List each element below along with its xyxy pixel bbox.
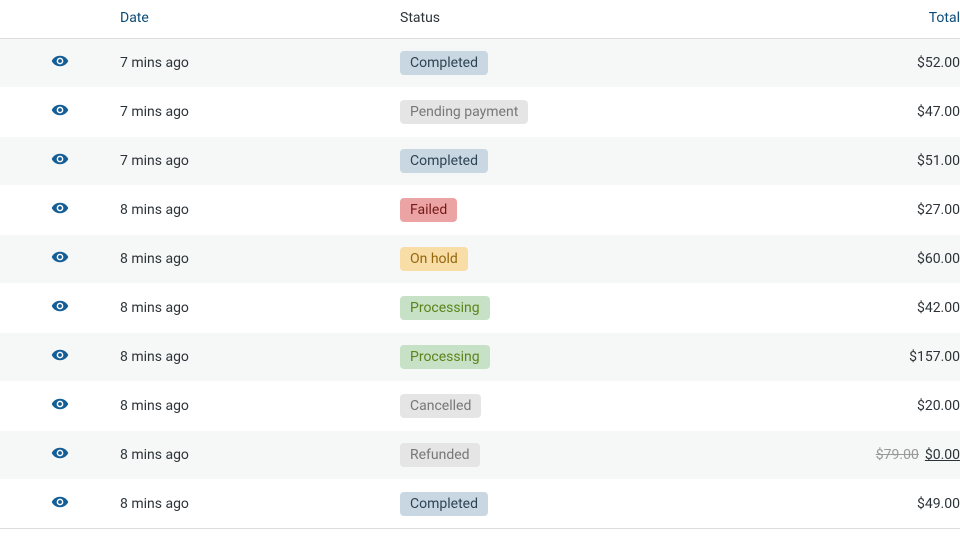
order-total: $51.00 bbox=[800, 137, 960, 186]
order-total-value: $27.00 bbox=[917, 202, 960, 218]
status-badge: Completed bbox=[400, 492, 488, 516]
order-total: $42.00 bbox=[800, 284, 960, 333]
column-header-total[interactable]: Total bbox=[800, 0, 960, 39]
column-header-date[interactable]: Date bbox=[120, 0, 400, 39]
table-row[interactable]: 8 mins agoProcessing $42.00 bbox=[0, 284, 960, 333]
eye-icon[interactable] bbox=[51, 101, 69, 119]
order-date: 8 mins ago bbox=[120, 333, 400, 382]
status-cell: On hold bbox=[400, 235, 800, 284]
preview-cell bbox=[0, 88, 120, 137]
order-total: $20.00 bbox=[800, 382, 960, 431]
order-total-value: $157.00 bbox=[909, 349, 960, 365]
status-cell: Refunded bbox=[400, 431, 800, 480]
eye-icon[interactable] bbox=[51, 346, 69, 364]
preview-cell bbox=[0, 333, 120, 382]
status-cell: Cancelled bbox=[400, 382, 800, 431]
column-header-preview bbox=[0, 0, 120, 39]
order-total: $27.00 bbox=[800, 186, 960, 235]
column-header-status: Status bbox=[400, 0, 800, 39]
order-total-value: $52.00 bbox=[917, 55, 960, 71]
order-date: 8 mins ago bbox=[120, 284, 400, 333]
order-total-value: $20.00 bbox=[917, 398, 960, 414]
status-badge: Processing bbox=[400, 345, 490, 369]
preview-cell bbox=[0, 284, 120, 333]
preview-cell bbox=[0, 186, 120, 235]
status-badge: Processing bbox=[400, 296, 490, 320]
status-badge: Cancelled bbox=[400, 394, 481, 418]
order-total-value: $60.00 bbox=[917, 251, 960, 267]
eye-icon[interactable] bbox=[51, 199, 69, 217]
status-badge: Completed bbox=[400, 149, 488, 173]
preview-cell bbox=[0, 480, 120, 529]
status-cell: Completed bbox=[400, 137, 800, 186]
eye-icon[interactable] bbox=[51, 395, 69, 413]
table-row[interactable]: 7 mins agoPending payment $47.00 bbox=[0, 88, 960, 137]
order-total: $49.00 bbox=[800, 480, 960, 529]
preview-cell bbox=[0, 39, 120, 88]
status-badge: Refunded bbox=[400, 443, 480, 467]
status-badge: On hold bbox=[400, 247, 468, 271]
order-total-value: $42.00 bbox=[917, 300, 960, 316]
table-row[interactable]: 8 mins agoOn hold $60.00 bbox=[0, 235, 960, 284]
table-row[interactable]: 8 mins agoRefunded $79.00 $0.00 bbox=[0, 431, 960, 480]
order-date: 8 mins ago bbox=[120, 382, 400, 431]
order-total: $47.00 bbox=[800, 88, 960, 137]
order-total: $79.00 $0.00 bbox=[800, 431, 960, 480]
preview-cell bbox=[0, 235, 120, 284]
status-cell: Completed bbox=[400, 480, 800, 529]
order-total-value: $47.00 bbox=[917, 104, 960, 120]
order-date: 7 mins ago bbox=[120, 137, 400, 186]
status-badge: Failed bbox=[400, 198, 457, 222]
table-row[interactable]: 7 mins agoCompleted $52.00 bbox=[0, 39, 960, 88]
status-cell: Processing bbox=[400, 284, 800, 333]
order-total-original: $79.00 bbox=[876, 447, 919, 463]
order-total: $52.00 bbox=[800, 39, 960, 88]
order-total: $157.00 bbox=[800, 333, 960, 382]
table-row[interactable]: 8 mins agoProcessing $157.00 bbox=[0, 333, 960, 382]
order-date: 8 mins ago bbox=[120, 431, 400, 480]
status-badge: Completed bbox=[400, 51, 488, 75]
status-cell: Processing bbox=[400, 333, 800, 382]
order-total: $60.00 bbox=[800, 235, 960, 284]
eye-icon[interactable] bbox=[51, 444, 69, 462]
order-date: 8 mins ago bbox=[120, 186, 400, 235]
eye-icon[interactable] bbox=[51, 493, 69, 511]
table-row[interactable]: 7 mins agoCompleted $51.00 bbox=[0, 137, 960, 186]
order-date: 7 mins ago bbox=[120, 39, 400, 88]
order-total-value: $49.00 bbox=[917, 496, 960, 512]
order-total-value: $0.00 bbox=[925, 447, 960, 463]
preview-cell bbox=[0, 137, 120, 186]
eye-icon[interactable] bbox=[51, 248, 69, 266]
status-badge: Pending payment bbox=[400, 100, 528, 124]
status-cell: Pending payment bbox=[400, 88, 800, 137]
status-cell: Completed bbox=[400, 39, 800, 88]
order-total-value: $51.00 bbox=[917, 153, 960, 169]
eye-icon[interactable] bbox=[51, 297, 69, 315]
order-date: 8 mins ago bbox=[120, 480, 400, 529]
table-row[interactable]: 8 mins agoFailed $27.00 bbox=[0, 186, 960, 235]
table-row[interactable]: 8 mins agoCompleted $49.00 bbox=[0, 480, 960, 529]
order-date: 7 mins ago bbox=[120, 88, 400, 137]
eye-icon[interactable] bbox=[51, 150, 69, 168]
table-row[interactable]: 8 mins agoCancelled $20.00 bbox=[0, 382, 960, 431]
status-cell: Failed bbox=[400, 186, 800, 235]
eye-icon[interactable] bbox=[51, 52, 69, 70]
preview-cell bbox=[0, 431, 120, 480]
order-date: 8 mins ago bbox=[120, 235, 400, 284]
orders-table: Date Status Total 7 mins agoCompleted$52… bbox=[0, 0, 960, 529]
preview-cell bbox=[0, 382, 120, 431]
